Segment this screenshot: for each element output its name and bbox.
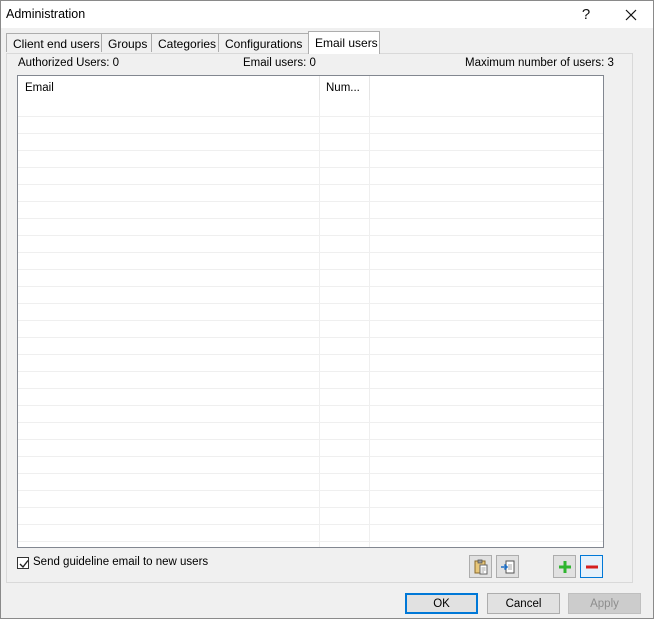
empty-list-row [18, 287, 603, 304]
empty-list-row [18, 202, 603, 219]
tab-client-end-users[interactable]: Client end users [6, 33, 102, 52]
ok-label: OK [433, 597, 450, 610]
empty-list-row [18, 508, 603, 525]
remove-icon [585, 565, 598, 568]
tab-label: Groups [108, 37, 148, 51]
apply-button[interactable]: Apply [568, 593, 641, 614]
window-title: Administration [6, 7, 86, 21]
empty-list-row [18, 406, 603, 423]
ok-button[interactable]: OK [405, 593, 478, 614]
title-bar: Administration ? [1, 1, 653, 28]
empty-list-row [18, 117, 603, 134]
empty-list-row [18, 474, 603, 491]
list-body [18, 100, 603, 547]
tab-label: Client end users [13, 37, 100, 51]
tab-label: Email users [315, 36, 378, 50]
authorized-users-count: Authorized Users: 0 [18, 57, 119, 69]
empty-list-row [18, 185, 603, 202]
empty-list-row [18, 423, 603, 440]
column-header-email[interactable]: Email [18, 76, 320, 100]
empty-list-row [18, 321, 603, 338]
tab-email-users[interactable]: Email users [308, 31, 380, 54]
cancel-label: Cancel [505, 597, 542, 610]
add-button[interactable] [553, 555, 576, 578]
send-guideline-label: Send guideline email to new users [33, 556, 209, 568]
empty-list-row [18, 389, 603, 406]
column-divider [369, 100, 370, 547]
empty-list-row [18, 253, 603, 270]
empty-list-row [18, 338, 603, 355]
checkmark-icon [19, 560, 29, 569]
email-users-list[interactable]: Email Num... [17, 75, 604, 548]
empty-list-row [18, 151, 603, 168]
empty-list-row [18, 372, 603, 389]
tab-label: Categories [158, 37, 217, 51]
close-icon [625, 9, 637, 20]
checkbox-box[interactable] [17, 557, 29, 569]
empty-list-row [18, 168, 603, 185]
apply-label: Apply [590, 597, 619, 610]
column-header-number[interactable]: Num... [320, 76, 370, 100]
empty-list-row [18, 219, 603, 236]
column-header-label: Num... [326, 82, 360, 94]
email-users-count: Email users: 0 [243, 57, 316, 69]
empty-list-row [18, 440, 603, 457]
tab-categories[interactable]: Categories [151, 33, 219, 52]
empty-list-row [18, 100, 603, 117]
help-button[interactable]: ? [564, 1, 608, 28]
cancel-button[interactable]: Cancel [487, 593, 560, 614]
empty-list-row [18, 236, 603, 253]
remove-button[interactable] [580, 555, 603, 578]
import-icon [500, 560, 514, 573]
close-button[interactable] [609, 1, 653, 28]
column-divider [319, 100, 320, 547]
list-header: Email Num... [18, 76, 603, 100]
empty-list-row [18, 525, 603, 542]
column-header-label: Email [25, 82, 54, 94]
empty-list-row [18, 270, 603, 287]
clipboard-icon [474, 559, 487, 574]
help-icon: ? [581, 6, 591, 23]
empty-list-row [18, 355, 603, 372]
import-button[interactable] [496, 555, 519, 578]
empty-list-row [18, 491, 603, 508]
max-users-label: Maximum number of users: 3 [465, 57, 614, 69]
paste-button[interactable] [469, 555, 492, 578]
tab-configurations[interactable]: Configurations [218, 33, 309, 52]
tab-groups[interactable]: Groups [101, 33, 152, 52]
empty-list-row [18, 134, 603, 151]
add-icon [558, 560, 571, 573]
tab-label: Configurations [225, 37, 303, 51]
empty-list-row [18, 457, 603, 474]
empty-list-row [18, 304, 603, 321]
